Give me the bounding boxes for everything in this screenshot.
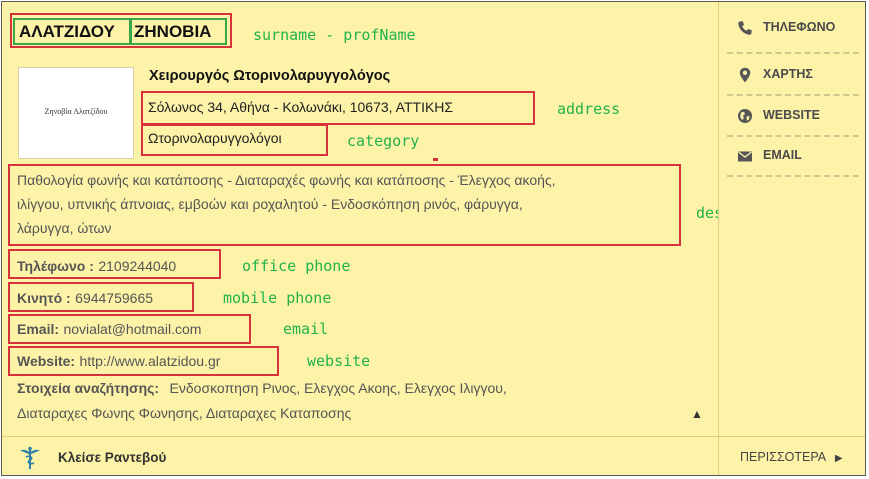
divider: [727, 52, 859, 54]
envelope-icon: [738, 151, 752, 162]
sidebar-item-phone[interactable]: ΤΗΛΕΦΩΝΟ: [737, 12, 857, 42]
annotation-email: email: [283, 320, 329, 338]
listing-card: ΑΛΑΤΖΙΔΟΥ ΖΗΝΟΒΙΑ surname - profName Ζην…: [1, 1, 866, 476]
annotation-mobile-phone: mobile phone: [223, 289, 332, 307]
category-annotation-box: [141, 124, 328, 156]
divider: [727, 94, 859, 96]
annotation-website: website: [307, 352, 371, 370]
sidebar-item-map[interactable]: ΧΑΡΤΗΣ: [737, 59, 857, 89]
name-annotation-box: [10, 13, 232, 48]
search-terms-line-1: Ενδοσκοπηση Ρινος, Ελεγχος Ακοης, Ελεγχο…: [169, 380, 507, 396]
globe-icon: [738, 109, 752, 123]
action-sidebar: ΤΗΛΕΦΩΝΟ ΧΑΡΤΗΣ WEBSITE EMAIL: [718, 2, 865, 436]
description-annotation-box: [8, 164, 681, 246]
annotation-surname: surname - profName: [253, 26, 416, 44]
sidebar-item-label: ΤΗΛΕΦΩΝΟ: [763, 20, 836, 34]
marker-dot: [433, 158, 438, 161]
divider: [727, 135, 859, 137]
sidebar-item-label: ΧΑΡΤΗΣ: [763, 67, 813, 81]
sidebar-item-website[interactable]: WEBSITE: [737, 100, 857, 130]
caduceus-icon: [20, 446, 40, 469]
search-terms-label: Στοιχεία αναζήτησης:: [17, 380, 160, 396]
more-button[interactable]: ΠΕΡΙΣΣΟΤΕΡΑ ▶: [740, 450, 843, 464]
mobile-phone-annotation-box: [8, 282, 194, 312]
sidebar-item-label: WEBSITE: [763, 108, 820, 122]
logo-text: Ζηνοβία Αλατζίδου: [44, 107, 108, 116]
business-logo: Ζηνοβία Αλατζίδου: [18, 67, 134, 159]
footer-divider: [718, 437, 719, 475]
email-annotation-box: [8, 314, 251, 344]
search-terms-line-2: Διαταραχες Φωνης Φωνησης, Διαταραχες Κατ…: [17, 405, 352, 421]
phone-icon: [738, 21, 752, 35]
arrow-right-icon: ▶: [834, 453, 843, 464]
divider: [727, 175, 859, 177]
collapse-arrow-icon[interactable]: ▲: [691, 407, 703, 421]
office-phone-annotation-box: [8, 249, 221, 279]
address-annotation-box: [141, 91, 535, 125]
annotation-category: category: [347, 132, 420, 150]
annotation-address: address: [557, 100, 621, 118]
annotation-office-phone: office phone: [242, 257, 351, 275]
more-label: ΠΕΡΙΣΣΟΤΕΡΑ: [740, 450, 826, 464]
map-pin-icon: [739, 67, 751, 83]
sidebar-item-email[interactable]: EMAIL: [737, 140, 857, 170]
profession-title: Χειρουργός Ωτορινολαρυγγολόγος: [149, 68, 391, 84]
listing-main: ΑΛΑΤΖΙΔΟΥ ΖΗΝΟΒΙΑ surname - profName Ζην…: [2, 2, 795, 436]
card-footer: Κλείσε Ραντεβού ΠΕΡΙΣΣΟΤΕΡΑ ▶: [2, 436, 865, 475]
search-terms-row: Στοιχεία αναζήτησης: Ενδοσκοπηση Ρινος, …: [17, 380, 507, 398]
book-appointment-label: Κλείσε Ραντεβού: [58, 450, 167, 465]
sidebar-item-label: EMAIL: [763, 148, 802, 162]
website-annotation-box: [8, 346, 279, 376]
